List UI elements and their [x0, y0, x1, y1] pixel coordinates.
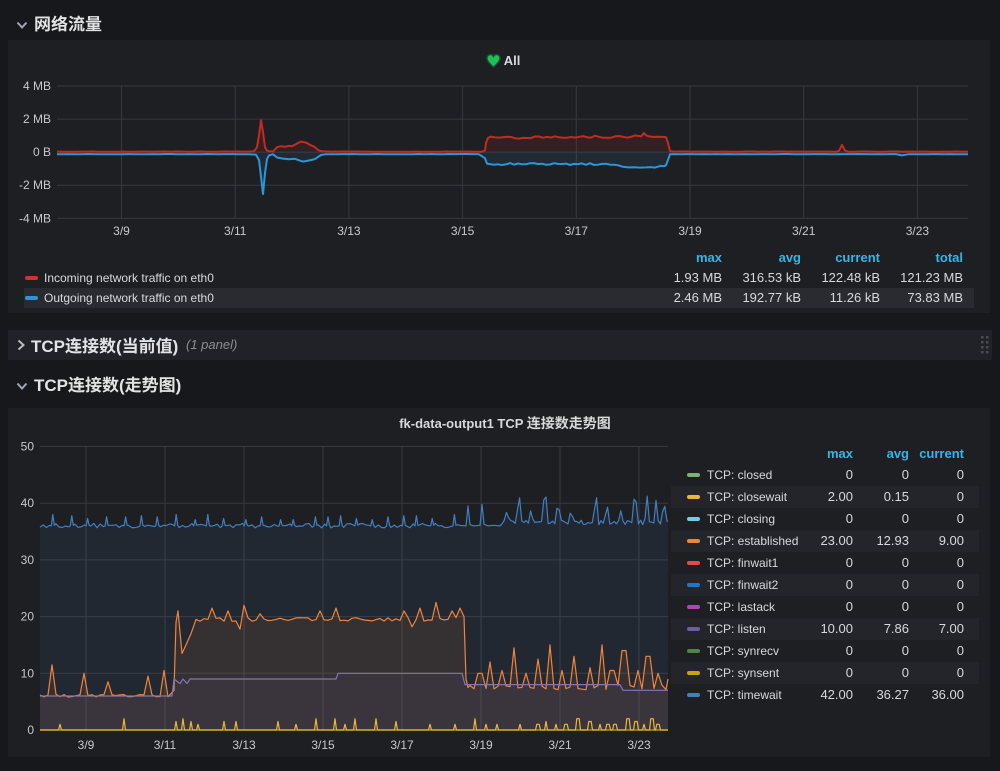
svg-text:20: 20 [21, 610, 35, 624]
svg-text:-4 MB: -4 MB [19, 211, 51, 225]
svg-text:3/15: 3/15 [451, 224, 475, 238]
svg-text:50: 50 [21, 440, 35, 454]
svg-text:0 B: 0 B [33, 145, 51, 159]
svg-text:0: 0 [27, 723, 34, 737]
svg-text:40: 40 [21, 496, 35, 510]
svg-text:3/21: 3/21 [548, 738, 572, 752]
svg-text:3/17: 3/17 [390, 738, 414, 752]
svg-text:3/11: 3/11 [224, 224, 247, 238]
svg-text:30: 30 [21, 553, 35, 567]
svg-text:3/23: 3/23 [627, 738, 651, 752]
svg-text:2 MB: 2 MB [23, 112, 51, 126]
svg-text:-2 MB: -2 MB [19, 178, 51, 192]
svg-text:3/19: 3/19 [678, 224, 702, 238]
svg-text:3/15: 3/15 [311, 738, 335, 752]
svg-text:3/21: 3/21 [792, 224, 816, 238]
svg-text:3/17: 3/17 [565, 224, 589, 238]
svg-text:3/9: 3/9 [113, 224, 130, 238]
svg-text:3/13: 3/13 [232, 738, 256, 752]
svg-text:3/23: 3/23 [906, 224, 930, 238]
svg-text:3/19: 3/19 [469, 738, 493, 752]
svg-text:3/11: 3/11 [154, 738, 177, 752]
svg-text:4 MB: 4 MB [23, 79, 51, 93]
svg-text:3/9: 3/9 [78, 738, 95, 752]
svg-text:3/13: 3/13 [337, 224, 361, 238]
svg-text:10: 10 [21, 666, 35, 680]
